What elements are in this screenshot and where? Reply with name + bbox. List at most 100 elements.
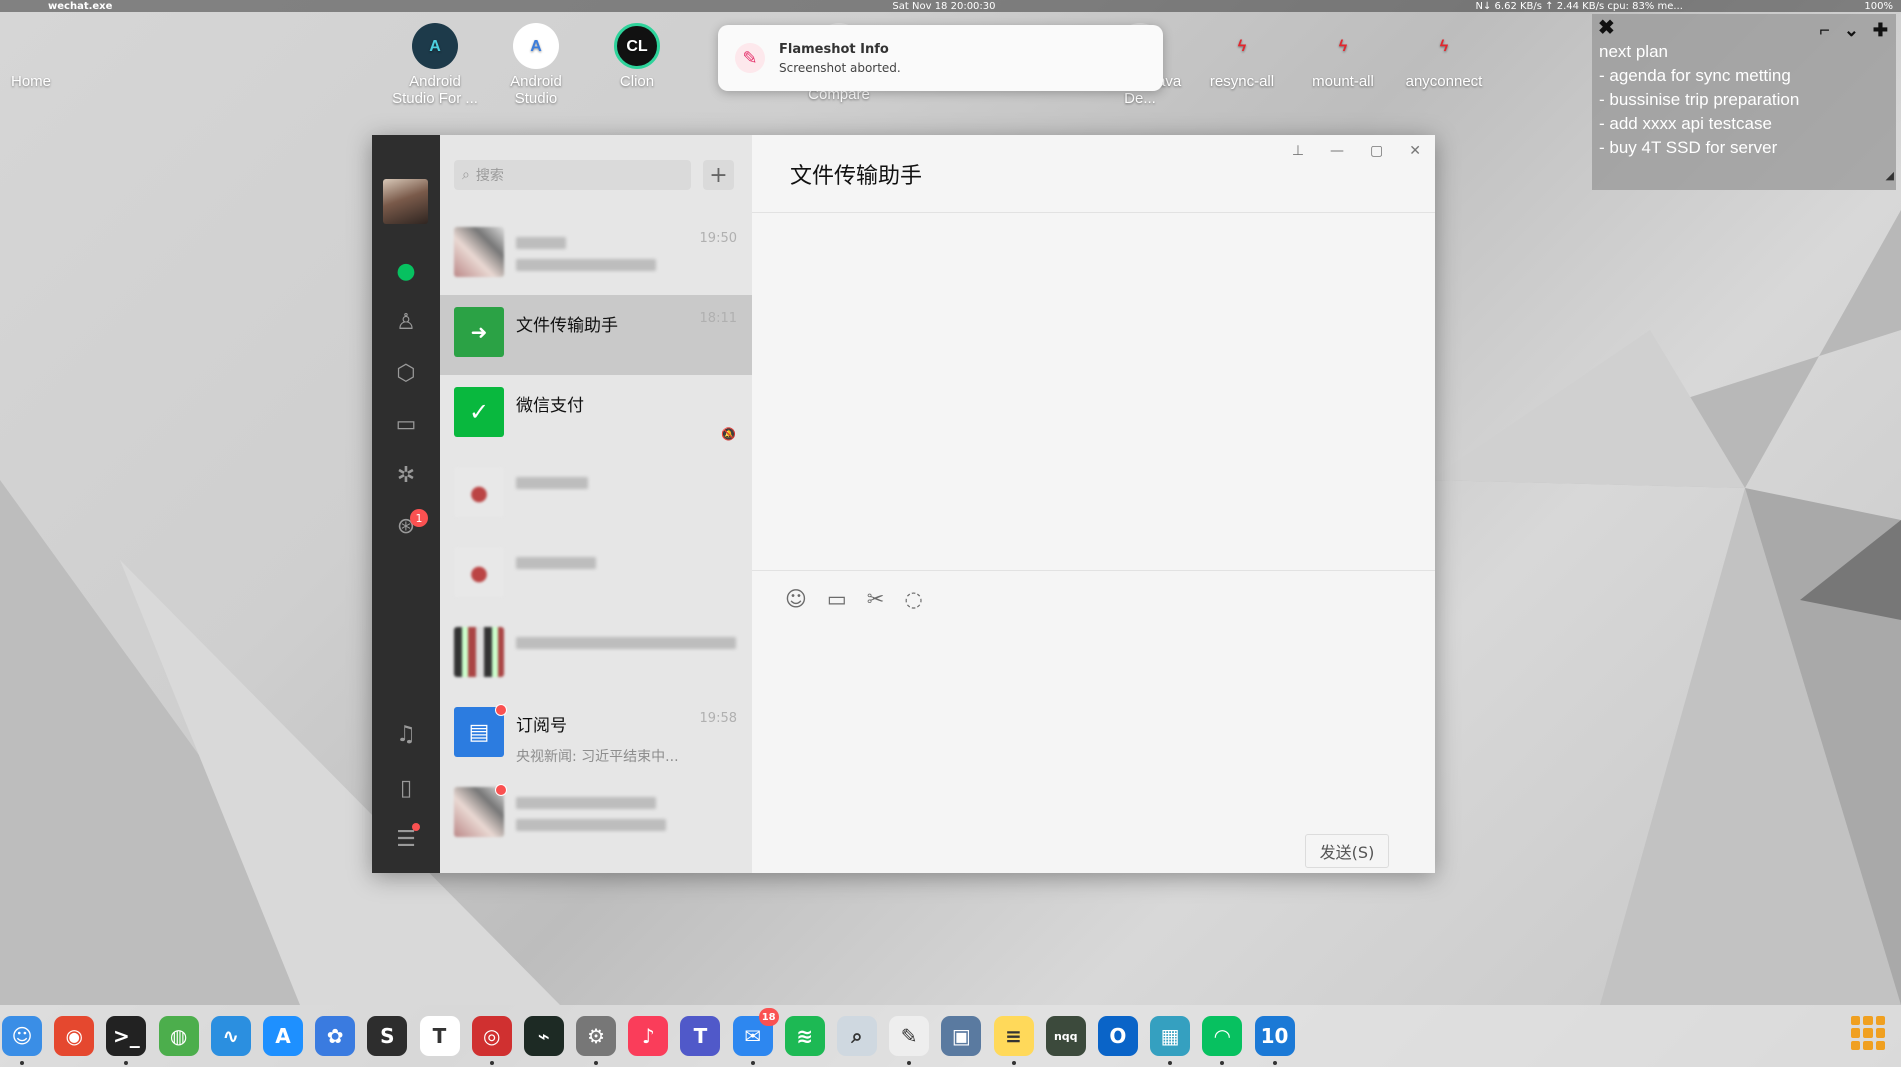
sticky-note[interactable]: ✖ ⌐ ⌄ ✚ next plan - agenda for sync mett… xyxy=(1592,14,1896,190)
wechat-glyph: ◠ xyxy=(1214,1024,1230,1048)
terminal-icon[interactable]: >_ xyxy=(106,1016,147,1065)
send-button[interactable]: 发送(S) xyxy=(1305,834,1389,868)
appstore-icon[interactable]: A xyxy=(262,1016,303,1056)
teams-icon[interactable]: T xyxy=(680,1016,721,1056)
message-area[interactable] xyxy=(752,213,1435,569)
chat-list-item[interactable]: 19:50 xyxy=(440,215,752,295)
running-indicator xyxy=(907,1061,912,1065)
menubar-clock[interactable]: Sat Nov 18 20:00:30 xyxy=(892,1,995,12)
notes-icon[interactable]: ≡ xyxy=(993,1016,1034,1065)
bolt-icon: ϟ xyxy=(1439,37,1449,55)
desktop-icon-android-studio-for[interactable]: A Android Studio For ... xyxy=(387,23,483,107)
desktop-icon-android-studio[interactable]: A Android Studio xyxy=(488,23,584,107)
chat-list-item[interactable] xyxy=(440,775,752,855)
disk-icon[interactable]: ◎ xyxy=(471,1016,512,1065)
chat-list-item-subscriptions[interactable]: ▤ 订阅号 央视新闻: 习近平结束中... 19:58 xyxy=(440,695,752,775)
avatar[interactable] xyxy=(383,179,428,224)
desktop-icon-anyconnect[interactable]: ϟ anyconnect xyxy=(1396,23,1492,91)
unread-dot xyxy=(495,784,507,796)
mini-program-icon[interactable]: ✲ xyxy=(390,459,422,491)
network-icon[interactable]: ◍ xyxy=(158,1016,199,1056)
box-icon[interactable]: ⬡ xyxy=(390,357,422,389)
chat-list-item[interactable] xyxy=(440,535,752,615)
close-icon[interactable]: ✕ xyxy=(1409,143,1421,159)
bolt-icon: ϟ xyxy=(1237,37,1247,55)
menubar-app-name[interactable]: wechat.exe xyxy=(48,1,112,12)
scissors-icon[interactable]: ✂ xyxy=(867,587,885,611)
chat-bubble-icon[interactable]: ● xyxy=(390,255,422,287)
activity-icon[interactable]: ∿ xyxy=(210,1016,251,1056)
file-transfer-icon: ➜ xyxy=(454,307,504,357)
unlock-icon[interactable]: ⌐ xyxy=(1819,18,1830,42)
photo-icon[interactable]: ✿ xyxy=(315,1016,356,1056)
chat-avatar xyxy=(454,227,504,277)
wechat-pay-icon: ✓ xyxy=(454,387,504,437)
desktop-icon-home[interactable]: Home xyxy=(0,23,79,90)
minimize-icon[interactable]: — xyxy=(1330,143,1344,159)
add-button[interactable]: + xyxy=(703,160,734,190)
folder-icon[interactable]: ▭ xyxy=(390,408,422,440)
wechat-window: ● ♙ ⬡ ▭ ✲ ⊛ 1 ♫ ▯ ☰ ⌕ + 19:50 ➜ 文件传输助手 1… xyxy=(372,135,1435,873)
music-icon[interactable]: ♫ xyxy=(390,718,422,750)
screenshot-icon[interactable]: ▣ xyxy=(941,1016,982,1056)
spotify-icon[interactable]: ≋ xyxy=(784,1016,825,1056)
preview-icon[interactable]: ⌕ xyxy=(837,1016,877,1056)
apple-icon xyxy=(8,23,54,69)
sublime-icon[interactable]: S xyxy=(367,1016,408,1056)
chrome-icon[interactable]: ◉ xyxy=(54,1016,95,1056)
search-box[interactable]: ⌕ xyxy=(454,160,691,190)
chevron-down-icon[interactable]: ⌄ xyxy=(1844,18,1859,42)
chat-list-item-file-transfer[interactable]: ➜ 文件传输助手 18:11 xyxy=(440,295,752,375)
mail-icon[interactable]: ✉ 18 xyxy=(732,1008,779,1065)
wechat-icon[interactable]: ◠ xyxy=(1202,1016,1243,1065)
running-indicator xyxy=(750,1061,755,1065)
contacts-icon[interactable]: ♙ xyxy=(390,306,422,338)
maximize-icon[interactable]: ▢ xyxy=(1370,143,1383,159)
emoji-icon[interactable]: ☺ xyxy=(785,587,807,611)
compose-toolbar: ☺ ▭ ✂ ◌ xyxy=(752,571,1435,611)
outlook-icon[interactable]: O xyxy=(1097,1016,1138,1056)
desktop-icon-resync-all[interactable]: ϟ resync-all xyxy=(1194,23,1290,91)
search-input[interactable] xyxy=(475,167,666,183)
flameshot-notification[interactable]: ✎ Flameshot Info Screenshot aborted. xyxy=(718,25,1163,91)
menu-red-dot xyxy=(412,823,420,831)
windows-10-icon[interactable]: 10 xyxy=(1254,1016,1295,1065)
desktop-icon-mount-all[interactable]: ϟ mount-all xyxy=(1295,23,1391,91)
remote-desktop-icon[interactable]: ▦ xyxy=(1150,1016,1191,1065)
typora-glyph: T xyxy=(432,1024,447,1048)
resize-grip-icon[interactable]: ◢ xyxy=(1886,164,1894,188)
chat-list-item-wechat-pay[interactable]: ✓ 微信支付 🔕 xyxy=(440,375,752,455)
monitor-icon[interactable]: ⌁ xyxy=(523,1016,564,1056)
plus-icon[interactable]: ✚ xyxy=(1873,18,1888,42)
phone-icon[interactable]: ▯ xyxy=(390,772,422,804)
chat-list-item[interactable] xyxy=(440,615,752,695)
chat-avatar xyxy=(454,627,504,677)
unread-dot xyxy=(495,704,507,716)
desktop-icon-label: mount-all xyxy=(1312,73,1374,90)
running-indicator xyxy=(20,1061,24,1065)
flameshot-icon: ✎ xyxy=(735,43,765,73)
sticky-line: - buy 4T SSD for server xyxy=(1599,138,1778,157)
desktop-icon-clion[interactable]: CL Clion xyxy=(589,23,685,90)
music-icon[interactable]: ♪ xyxy=(628,1016,669,1056)
settings-glyph: ⚙ xyxy=(587,1024,606,1048)
spotify-glyph: ≋ xyxy=(796,1024,814,1048)
launchpad-icon[interactable] xyxy=(1851,1016,1885,1050)
folder-icon[interactable]: ▭ xyxy=(827,587,847,611)
outlook-glyph: O xyxy=(1109,1024,1127,1048)
running-indicator xyxy=(489,1061,494,1065)
finder-icon[interactable]: ☺ xyxy=(2,1016,42,1065)
close-icon[interactable]: ✖ xyxy=(1598,16,1615,40)
chat-list-item[interactable] xyxy=(440,455,752,535)
search-icon: ⌕ xyxy=(462,167,470,183)
appstore-glyph: A xyxy=(275,1024,291,1048)
menubar-network-stats[interactable]: N↓ 6.62 KB/s ↑ 2.44 KB/s cpu: 83% me... xyxy=(1476,1,1683,12)
message-input[interactable] xyxy=(782,631,1405,813)
menubar-battery[interactable]: 100% xyxy=(1864,1,1893,12)
notes-paper-icon[interactable]: ✎ xyxy=(889,1016,930,1065)
notebook-icon[interactable]: nqq xyxy=(1045,1016,1086,1056)
settings-icon[interactable]: ⚙ xyxy=(576,1016,617,1065)
typora-icon[interactable]: T xyxy=(419,1016,460,1056)
chat-history-icon[interactable]: ◌ xyxy=(904,587,922,611)
pin-icon[interactable]: ⊥ xyxy=(1292,143,1304,159)
